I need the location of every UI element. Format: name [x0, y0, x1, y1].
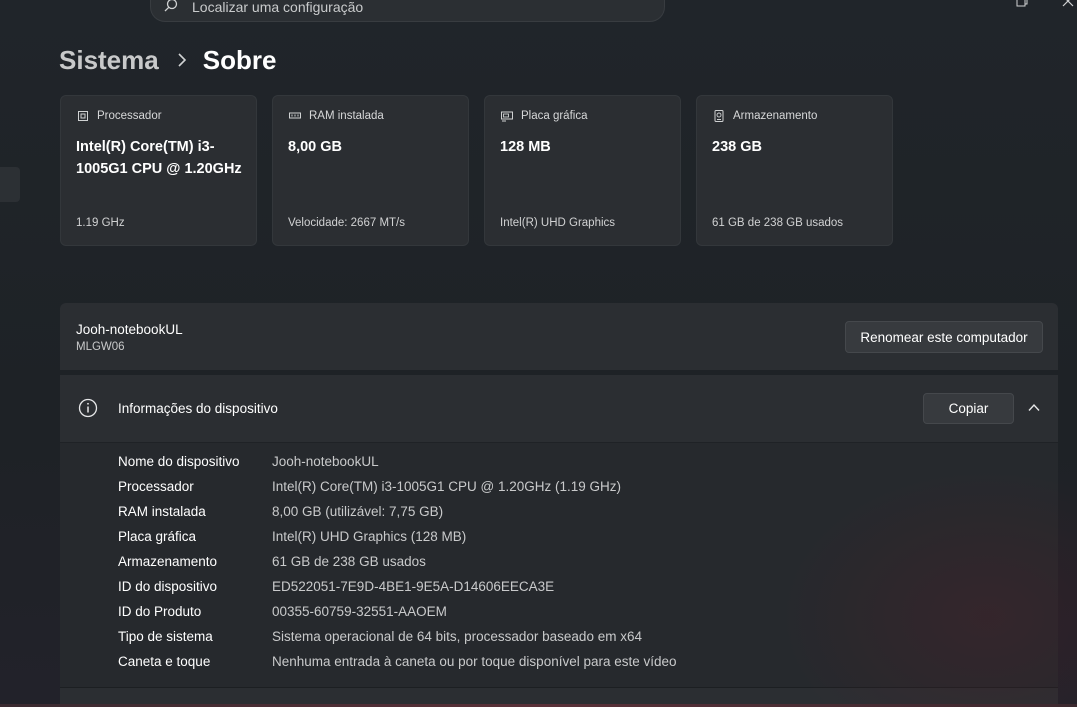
page-title: Sobre — [202, 44, 277, 75]
card-subtext: Velocidade: 2667 MT/s — [288, 217, 405, 229]
info-value: 00355-60759-32551-AAOEM — [272, 604, 447, 619]
spec-card-storage: Armazenamento 238 GB 61 GB de 238 GB usa… — [696, 95, 893, 246]
info-key: Armazenamento — [118, 554, 218, 569]
device-model: MLGW06 — [76, 341, 125, 353]
storage-icon — [714, 110, 724, 122]
info-key: ID do Produto — [118, 604, 202, 619]
chevron-up-icon[interactable] — [1028, 403, 1040, 412]
info-key: Tipo de sistema — [118, 629, 213, 644]
spec-card-processor: Processador Intel(R) Core(TM) i3-1005G1 … — [60, 95, 257, 246]
close-icon[interactable] — [1061, 0, 1075, 8]
graphics-card-icon — [501, 111, 513, 122]
card-value: 238 GB — [712, 139, 762, 155]
device-info-header[interactable]: Informações do dispositivo Copiar — [60, 375, 1058, 443]
search-icon — [164, 0, 178, 12]
card-subtext: 1.19 GHz — [76, 217, 125, 229]
info-key: Placa gráfica — [118, 529, 197, 544]
device-name: Jooh-notebookUL — [76, 322, 183, 337]
info-value: Jooh-notebookUL — [272, 454, 379, 469]
breadcrumb-parent[interactable]: Sistema — [59, 45, 159, 76]
search-input[interactable]: Localizar uma configuração — [192, 0, 363, 15]
info-key: ID do dispositivo — [118, 579, 218, 594]
search-box[interactable]: Localizar uma configuração — [150, 0, 665, 22]
ram-icon — [289, 112, 301, 119]
card-value: Intel(R) Core(TM) i3-1005G1 CPU @ 1.20GH… — [76, 139, 242, 177]
info-value: Nenhuma entrada à caneta ou por toque di… — [272, 654, 677, 669]
card-subtext: Intel(R) UHD Graphics — [500, 217, 616, 229]
info-value: 61 GB de 238 GB usados — [272, 554, 426, 569]
breadcrumb: Sistema Sobre — [59, 42, 276, 78]
card-label: Armazenamento — [733, 110, 818, 122]
card-value: 128 MB — [500, 139, 551, 155]
info-value: Sistema operacional de 64 bits, processa… — [272, 629, 642, 644]
info-icon — [78, 398, 98, 418]
card-subtext: 61 GB de 238 GB usados — [712, 217, 844, 229]
copy-button[interactable]: Copiar — [923, 393, 1014, 424]
processor-icon — [78, 111, 88, 121]
card-label: Placa gráfica — [521, 110, 588, 122]
chevron-right-icon — [178, 53, 186, 67]
settings-window: Localizar uma configuração Sistema Sobre… — [0, 0, 1077, 707]
spec-card-ram: RAM instalada 8,00 GB Velocidade: 2667 M… — [272, 95, 469, 246]
info-key: Nome do dispositivo — [118, 454, 240, 469]
nav-selection-indicator[interactable] — [0, 167, 20, 202]
info-value: 8,00 GB (utilizável: 7,75 GB) — [272, 504, 444, 519]
info-value: Intel(R) Core(TM) i3-1005G1 CPU @ 1.20GH… — [272, 479, 622, 494]
card-label: RAM instalada — [309, 110, 384, 122]
device-name-panel: Jooh-notebookUL MLGW06 Renomear este com… — [60, 303, 1058, 370]
device-info-title: Informações do dispositivo — [118, 401, 278, 416]
info-key: Processador — [118, 479, 194, 494]
info-key: RAM instalada — [118, 504, 206, 519]
info-value: ED522051-7E9D-4BE1-9E5A-D14606EECA3E — [272, 579, 555, 594]
info-key: Caneta e toque — [118, 654, 211, 669]
info-value: Intel(R) UHD Graphics (128 MB) — [272, 529, 467, 544]
rename-pc-button[interactable]: Renomear este computador — [845, 321, 1043, 353]
card-value: 8,00 GB — [288, 139, 342, 155]
restore-icon[interactable] — [1016, 0, 1030, 8]
card-label: Processador — [97, 110, 162, 122]
device-info-body: Nome do dispositivo Jooh-notebookUL Proc… — [60, 443, 1058, 687]
spec-card-graphics: Placa gráfica 128 MB Intel(R) UHD Graphi… — [484, 95, 681, 246]
